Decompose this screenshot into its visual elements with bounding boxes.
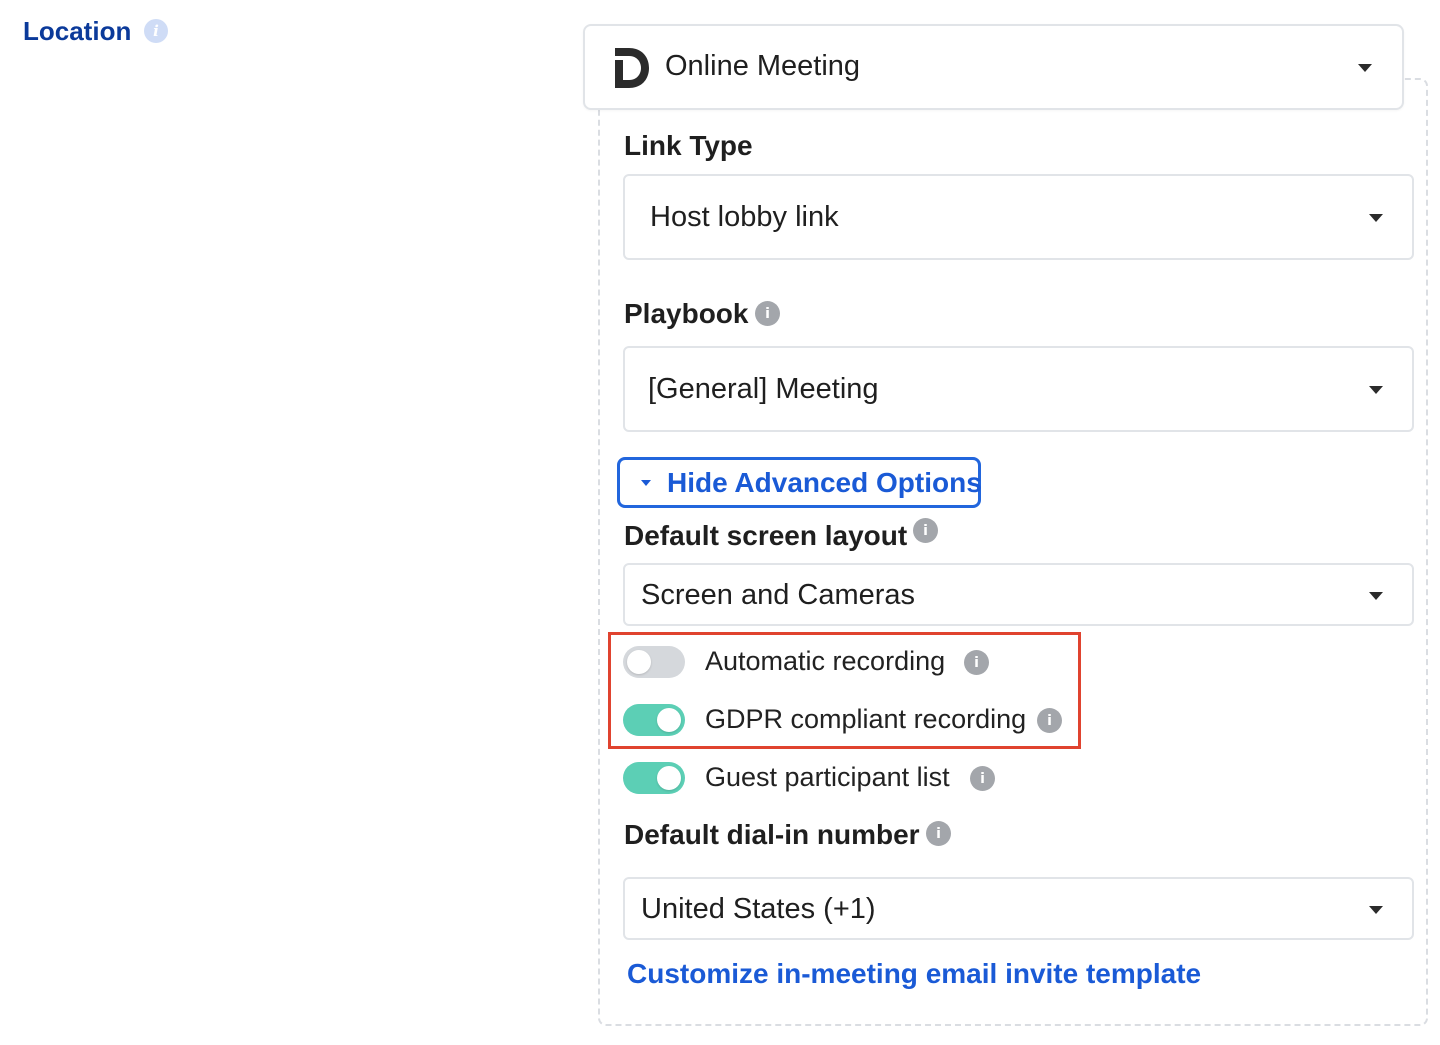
gdpr-recording-label: GDPR compliant recording (705, 704, 1027, 734)
screen-layout-value: Screen and Cameras (641, 579, 916, 611)
dial-in-label: Default dial-in number (624, 819, 920, 850)
dial-in-value: United States (+1) (641, 893, 876, 925)
chevron-down-icon (1369, 906, 1383, 914)
automatic-recording-toggle[interactable] (623, 646, 685, 678)
automatic-recording-info-icon[interactable]: i (964, 650, 989, 675)
chevron-down-icon (1358, 64, 1372, 72)
link-type-label: Link Type (624, 130, 753, 161)
automatic-recording-label: Automatic recording (705, 646, 946, 676)
guest-participant-list-label: Guest participant list (705, 762, 950, 792)
playbook-label: Playbook (624, 298, 749, 329)
customize-email-invite-link[interactable]: Customize in-meeting email invite templa… (627, 956, 1201, 992)
link-type-value: Host lobby link (650, 201, 839, 233)
location-select-value: Online Meeting (665, 50, 861, 82)
location-label: Location (23, 16, 132, 46)
dialpad-logo-icon (615, 48, 649, 88)
guest-participant-list-toggle[interactable] (623, 762, 685, 794)
link-type-select[interactable]: Host lobby link (623, 174, 1414, 260)
toggle-knob (657, 766, 681, 790)
toggle-knob (627, 650, 651, 674)
location-info-icon[interactable]: i (144, 19, 168, 43)
guest-participant-list-info-icon[interactable]: i (970, 766, 995, 791)
dial-in-select[interactable]: United States (+1) (623, 877, 1414, 940)
hide-advanced-options-label: Hide Advanced Options (667, 466, 982, 498)
screen-layout-select[interactable]: Screen and Cameras (623, 563, 1414, 626)
chevron-down-icon (1369, 214, 1383, 222)
screen-layout-label: Default screen layout (624, 520, 908, 551)
playbook-info-icon[interactable]: i (755, 301, 780, 326)
toggle-knob (657, 708, 681, 732)
caret-down-icon (641, 479, 651, 486)
dial-in-info-icon[interactable]: i (926, 821, 951, 846)
gdpr-recording-toggle[interactable] (623, 704, 685, 736)
gdpr-recording-info-icon[interactable]: i (1037, 708, 1062, 733)
chevron-down-icon (1369, 592, 1383, 600)
chevron-down-icon (1369, 386, 1383, 394)
screen-layout-info-icon[interactable]: i (913, 518, 938, 543)
hide-advanced-options-button[interactable]: Hide Advanced Options (617, 457, 982, 508)
location-select[interactable]: Online Meeting (583, 24, 1404, 110)
playbook-value: [General] Meeting (648, 373, 879, 405)
playbook-select[interactable]: [General] Meeting (623, 346, 1414, 432)
